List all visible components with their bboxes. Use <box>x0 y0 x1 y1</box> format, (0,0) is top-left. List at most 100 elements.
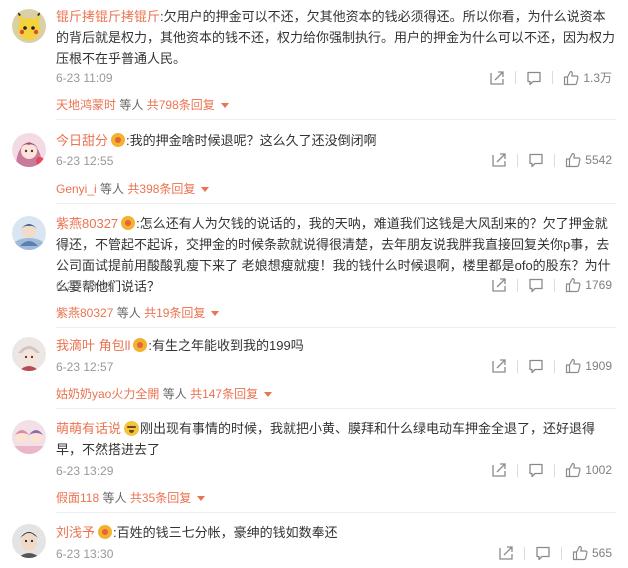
like-button[interactable]: 565 <box>572 545 612 561</box>
comment-divider <box>56 512 616 513</box>
share-button[interactable] <box>491 152 507 168</box>
action-divider <box>554 463 556 477</box>
share-button[interactable] <box>491 358 507 374</box>
comment-icon <box>527 71 541 85</box>
comment-username[interactable]: 紫燕80327 <box>56 216 118 231</box>
action-divider <box>554 153 556 167</box>
like-button[interactable]: 1909 <box>565 358 612 374</box>
reply-username[interactable]: Genyi_i <box>56 182 97 196</box>
like-button[interactable]: 1769 <box>565 277 612 293</box>
action-divider <box>517 359 519 373</box>
comment-button[interactable] <box>528 462 544 478</box>
avatar[interactable] <box>12 9 46 43</box>
like-count: 1769 <box>585 278 612 292</box>
comment-body: :有生之年能收到我的199吗 <box>148 338 304 353</box>
chevron-down-icon <box>264 392 273 397</box>
reply-connector: 等人 <box>102 491 127 505</box>
avatar[interactable] <box>12 133 46 167</box>
thumbs-up-icon <box>564 70 579 85</box>
comment-button[interactable] <box>528 152 544 168</box>
comment-meta: 6-23 12:55 5542 <box>56 152 616 170</box>
like-count: 565 <box>591 546 612 560</box>
reply-connector: 等人 <box>162 387 187 401</box>
comment-actions: 1.3万 <box>489 69 612 86</box>
comment-username[interactable]: 锟斤拷锟斤拷锟斤 <box>56 9 160 24</box>
replies-summary[interactable]: 天地鸿蒙时 等人 共798条回复 <box>56 96 229 114</box>
like-button[interactable]: 1002 <box>565 462 612 478</box>
thumbs-up-icon <box>572 545 588 561</box>
avatar[interactable] <box>12 420 46 454</box>
comment-time: 6-23 13:39 <box>56 279 114 293</box>
replies-summary[interactable]: 姑奶奶yao火力全開 等人 共147条回复 <box>56 385 273 403</box>
comment-icon <box>529 359 543 374</box>
like-count: 1909 <box>585 359 612 373</box>
avatar[interactable] <box>12 337 46 371</box>
chevron-down-icon <box>197 496 206 501</box>
comment-actions: 1002 <box>491 462 612 478</box>
reply-username[interactable]: 紫燕80327 <box>56 306 113 320</box>
like-count: 1002 <box>585 463 612 477</box>
comment-username[interactable]: 我滴叶 角包ll <box>56 338 130 353</box>
member-badge-icon <box>121 216 136 230</box>
action-divider <box>552 71 554 84</box>
comment-button[interactable] <box>535 545 551 561</box>
share-icon <box>499 546 513 560</box>
comment-divider <box>56 203 616 204</box>
comment-text-block: 刘浅予:百姓的钱三七分帐，豪绅的钱如数奉还 <box>56 522 616 543</box>
comment-icon <box>529 463 543 478</box>
action-divider <box>517 463 519 477</box>
comment-text-block: 我滴叶 角包ll :有生之年能收到我的199吗 <box>56 335 616 356</box>
share-button[interactable] <box>491 277 507 293</box>
reply-username[interactable]: 姑奶奶yao火力全開 <box>56 387 159 401</box>
comment-meta: 6-23 13:29 1002 <box>56 462 616 480</box>
action-divider <box>560 546 562 560</box>
share-button[interactable] <box>491 462 507 478</box>
comment-body: :我的押金啥时候退呢？这么久了还没倒闭啊 <box>126 133 377 148</box>
avatar[interactable] <box>12 216 46 250</box>
member-badge-icon <box>111 133 126 147</box>
action-divider <box>517 278 519 292</box>
replies-summary[interactable]: 紫燕80327 等人 共19条回复 <box>56 304 220 322</box>
replies-summary[interactable]: 假面118 等人 共35条回复 <box>56 489 206 507</box>
reply-count-link[interactable]: 共798条回复 <box>147 98 215 112</box>
comment-time: 6-23 12:55 <box>56 154 114 168</box>
action-divider <box>523 546 525 560</box>
like-button[interactable]: 5542 <box>565 152 612 168</box>
reply-username[interactable]: 天地鸿蒙时 <box>56 98 116 112</box>
thumbs-up-icon <box>566 462 581 478</box>
comment-button[interactable] <box>526 70 542 86</box>
comment-button[interactable] <box>528 358 544 374</box>
emoji-icon <box>124 421 140 436</box>
reply-count-link[interactable]: 共398条回复 <box>127 182 195 196</box>
comment-icon <box>536 546 550 561</box>
comment-actions: 1769 <box>491 277 612 293</box>
share-button[interactable] <box>489 70 505 86</box>
comment-text-block: 今日甜分 :我的押金啥时候退呢？这么久了还没倒闭啊 <box>56 130 616 151</box>
like-button[interactable]: 1.3万 <box>563 69 612 86</box>
share-icon <box>492 278 506 292</box>
comment-meta: 6-23 13:30 565 <box>56 545 616 563</box>
reply-count-link[interactable]: 共19条回复 <box>144 306 205 320</box>
comment-divider <box>56 408 616 409</box>
comment-username[interactable]: 刘浅予 <box>56 525 95 540</box>
comment-username[interactable]: 萌萌有话说 <box>56 421 121 436</box>
comment-icon <box>529 153 543 168</box>
like-count: 1.3万 <box>583 71 612 85</box>
comment-meta: 6-23 12:57 1909 <box>56 358 616 376</box>
reply-username[interactable]: 假面118 <box>56 491 99 505</box>
comment-button[interactable] <box>528 277 544 293</box>
share-button[interactable] <box>498 545 514 561</box>
action-divider <box>517 153 519 167</box>
reply-count-link[interactable]: 共35条回复 <box>130 491 191 505</box>
reply-connector: 等人 <box>119 98 144 112</box>
comment-meta: 6-23 13:39 1769 <box>56 277 616 295</box>
comment-username[interactable]: 今日甜分 <box>56 133 108 148</box>
comment-actions: 1909 <box>491 358 612 374</box>
comment-text-block: 萌萌有话说 刚出现有事情的时候，我就把小黄、膜拜和什么绿电动车押金全退了，还好退得… <box>56 418 616 460</box>
reply-count-link[interactable]: 共147条回复 <box>190 387 258 401</box>
avatar[interactable] <box>12 524 46 558</box>
like-count: 5542 <box>585 153 612 167</box>
chevron-down-icon <box>201 187 210 192</box>
replies-summary[interactable]: Genyi_i 等人 共398条回复 <box>56 180 210 198</box>
comment-time: 6-23 12:57 <box>56 360 114 374</box>
